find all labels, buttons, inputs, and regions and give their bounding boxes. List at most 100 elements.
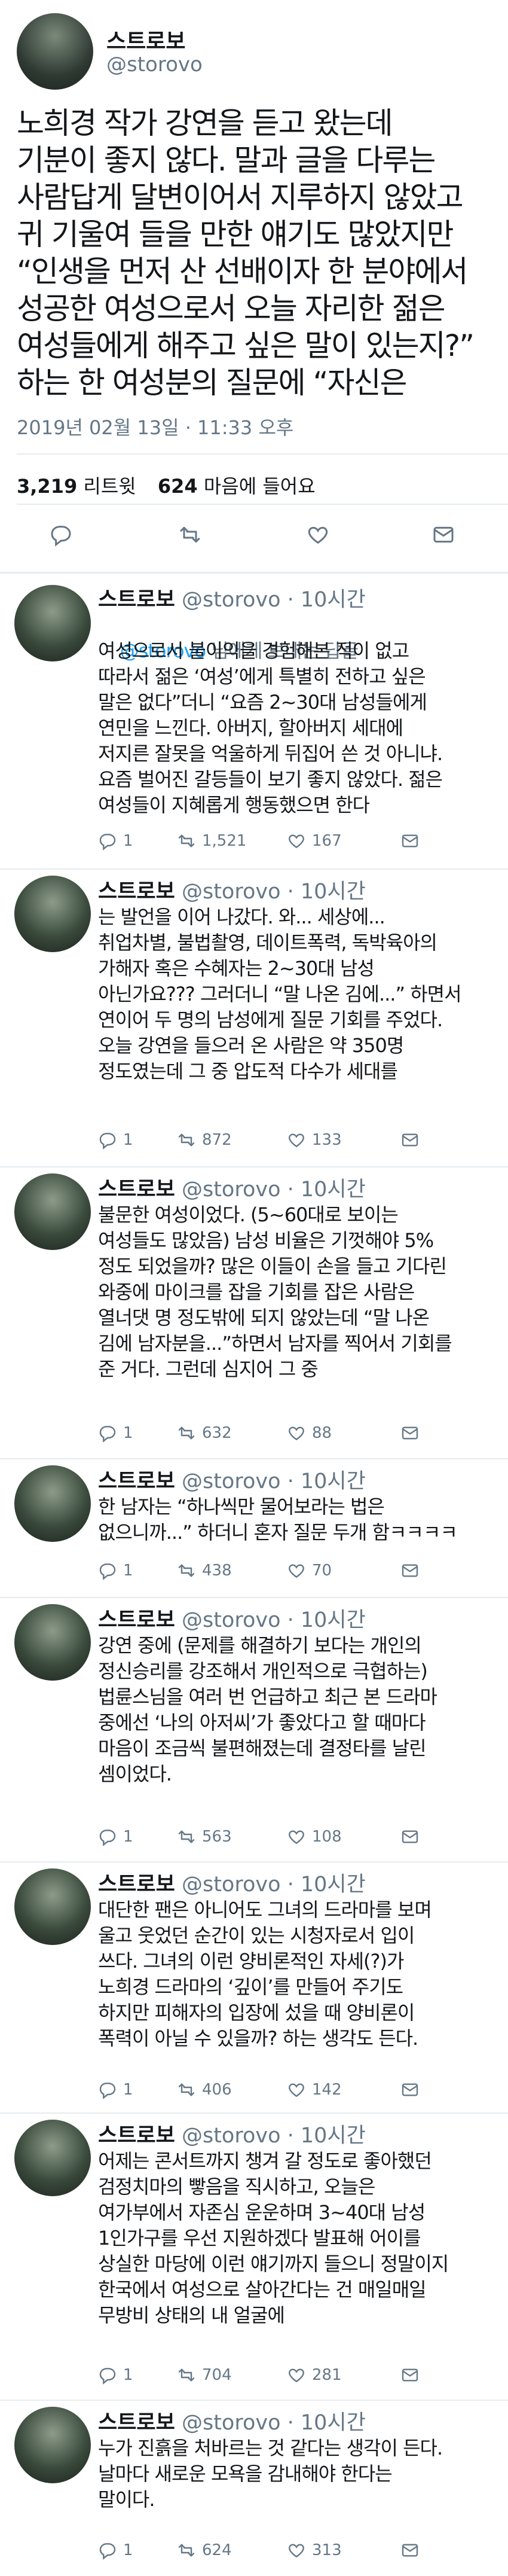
author-name[interactable]: 스트로보	[98, 2124, 175, 2148]
heart-icon[interactable]	[306, 523, 330, 547]
divider	[0, 2112, 508, 2114]
author-name[interactable]: 스트로보	[98, 2411, 175, 2435]
retweet-action[interactable]: 438	[177, 1561, 232, 1580]
reply-action[interactable]: 1	[98, 1561, 133, 1580]
avatar[interactable]	[14, 876, 91, 952]
reply-action[interactable]: 1	[98, 2080, 133, 2099]
author-handle[interactable]: @storovo	[106, 53, 203, 77]
dm-action[interactable]	[400, 2541, 420, 2560]
reply-tweet[interactable]: 스트로보 @storovo · 10시간 대단한 팬은 아니어도 그녀의 드라마…	[0, 1864, 508, 2094]
dm-action[interactable]	[400, 1130, 420, 1150]
retweet-action[interactable]: 632	[177, 1423, 232, 1443]
dm-action[interactable]	[400, 2365, 420, 2385]
tweet-text: 여성으로서 불이익을 경험해본 적이 없고 따라서 젊은 ‘여성’에게 특별히 …	[98, 639, 443, 816]
avatar[interactable]	[14, 1868, 91, 1945]
dm-action[interactable]	[400, 1423, 420, 1443]
like-action[interactable]: 70	[287, 1561, 332, 1580]
like-action[interactable]: 88	[287, 1423, 332, 1443]
reply-header: 스트로보 @storovo · 10시간	[98, 1172, 366, 1203]
retweet-action[interactable]: 406	[177, 2080, 232, 2099]
retweet-icon[interactable]	[178, 523, 202, 547]
author-name[interactable]: 스트로보	[98, 1608, 175, 1632]
author-name[interactable]: 스트로보	[98, 1178, 175, 1202]
avatar[interactable]	[17, 13, 93, 90]
avatar[interactable]	[14, 585, 91, 661]
reply-count: 1	[123, 1828, 133, 1846]
heart-icon	[289, 2083, 304, 2098]
tweet-text: 불문한 여성이었다. (5~60대로 보이는 여성들도 많았음) 남성 비율은 …	[98, 1203, 452, 1380]
reply-icon	[99, 834, 116, 850]
retweet-count: 1,521	[202, 832, 247, 850]
reply-tweet[interactable]: 스트로보 @storovo · 10시간 불문한 여성이었다. (5~60대로 …	[0, 1169, 508, 1426]
tweet-text: 누가 진흙을 처바르는 것 같다는 생각이 든다. 날마다 새로운 모욕을 감내…	[98, 2437, 443, 2511]
envelope-icon	[402, 1830, 418, 1843]
reply-count: 1	[123, 832, 133, 850]
heart-icon	[289, 1133, 304, 1148]
retweet-icon	[178, 1133, 195, 1147]
reply-tweet[interactable]: 스트로보 @storovo · 10시간 누가 진흙을 처바르는 것 같다는 생…	[0, 2402, 508, 2540]
author-name[interactable]: 스트로보	[98, 880, 175, 904]
dm-action[interactable]	[400, 1827, 420, 1846]
heart-icon	[289, 1564, 304, 1578]
like-action[interactable]: 167	[287, 831, 342, 850]
dm-action[interactable]	[400, 1561, 420, 1580]
reply-icon[interactable]	[49, 523, 73, 547]
like-count: 108	[312, 1828, 342, 1846]
like-action[interactable]: 313	[287, 2541, 342, 2560]
like-action[interactable]: 108	[287, 1827, 342, 1846]
author-handle: @storovo · 10시간	[181, 1178, 366, 1202]
tweet-actions: 1 563 108	[98, 1827, 492, 1851]
reply-icon	[99, 2368, 116, 2385]
author-name[interactable]: 스트로보	[98, 588, 175, 612]
heart-icon	[289, 1830, 304, 1845]
reply-tweet[interactable]: 스트로보 @storovo · 10시간 는 발언을 이어 나갔다. 와... …	[0, 871, 508, 1134]
likes-label[interactable]: 마음에 들어요	[204, 475, 316, 498]
tweet-actions: 1 1,521 167	[98, 831, 492, 855]
tweet-timestamp[interactable]: 2019년 02월 13일 · 11:33 오후	[17, 413, 293, 440]
author-name[interactable]: 스트로보	[98, 1873, 175, 1897]
avatar[interactable]	[14, 2407, 91, 2483]
like-count: 281	[312, 2366, 342, 2384]
tweet-text: 는 발언을 이어 나갔다. 와... 세상에... 취업차별, 불법촬영, 데이…	[98, 906, 462, 1083]
retweet-action[interactable]: 872	[177, 1130, 232, 1150]
envelope-icon[interactable]	[432, 523, 455, 547]
reply-tweet[interactable]: 스트로보 @storovo · 10시간 강연 중에 (문제를 해결하기 보다는…	[0, 1599, 508, 1830]
avatar[interactable]	[14, 1173, 91, 1250]
retweet-action[interactable]: 563	[177, 1827, 232, 1846]
divider	[0, 1861, 508, 1862]
like-action[interactable]: 142	[287, 2080, 342, 2099]
reply-count: 1	[123, 1424, 133, 1442]
main-tweet: 스트로보 @storovo 노희경 작가 강연을 듣고 왔는데 기분이 좋지 않…	[0, 0, 508, 573]
retweet-action[interactable]: 704	[177, 2365, 232, 2385]
author-name[interactable]: 스트로보	[106, 24, 185, 55]
dm-action[interactable]	[400, 2080, 420, 2099]
reply-action[interactable]: 1	[98, 1827, 133, 1846]
author-name[interactable]: 스트로보	[98, 1470, 175, 1493]
like-action[interactable]: 133	[287, 1130, 342, 1150]
reply-action[interactable]: 1	[98, 1423, 133, 1443]
retweet-action[interactable]: 624	[177, 2541, 232, 2560]
reply-count: 1	[123, 1562, 133, 1580]
reply-header: 스트로보 @storovo · 10시간	[98, 2406, 366, 2436]
avatar[interactable]	[14, 1604, 91, 1681]
retweet-action[interactable]: 1,521	[177, 831, 246, 850]
reply-action[interactable]: 1	[98, 831, 133, 850]
envelope-icon	[402, 1133, 418, 1147]
reply-action[interactable]: 1	[98, 1130, 133, 1150]
reply-tweet[interactable]: 스트로보 @storovo · 10시간 @storovo 님에게 보내는 답글…	[0, 574, 508, 825]
divider	[17, 504, 508, 505]
retweets-label[interactable]: 리트윗	[83, 475, 136, 498]
reply-tweet[interactable]: 스트로보 @storovo · 10시간 한 남자는 “하나씩만 물어보라는 법…	[0, 1461, 508, 1565]
like-count: 142	[312, 2081, 342, 2099]
likes-count[interactable]: 624	[158, 475, 198, 498]
like-action[interactable]: 281	[287, 2365, 342, 2385]
dm-action[interactable]	[400, 831, 420, 850]
avatar[interactable]	[14, 2120, 91, 2196]
retweet-icon	[178, 2368, 195, 2382]
retweets-count[interactable]: 3,219	[17, 475, 77, 498]
avatar[interactable]	[14, 1465, 91, 1542]
reply-action[interactable]: 1	[98, 2541, 133, 2560]
like-count: 133	[312, 1131, 342, 1149]
reply-action[interactable]: 1	[98, 2365, 133, 2385]
reply-tweet[interactable]: 스트로보 @storovo · 10시간 어제는 콘서트까지 챙겨 갈 정도로 …	[0, 2115, 508, 2378]
